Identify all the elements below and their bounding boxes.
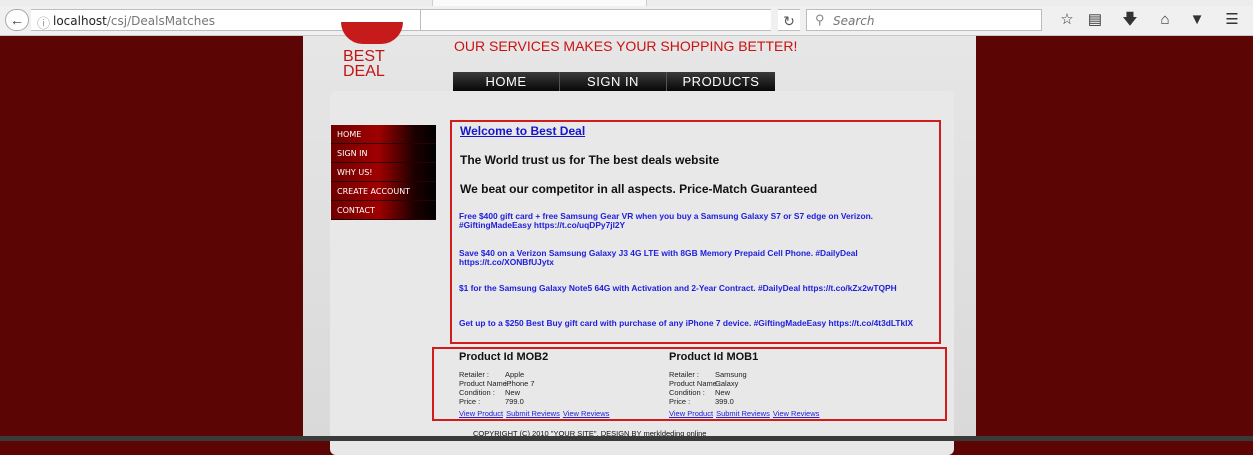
products-section: Product Id MOB2 Retailer : Apple Product …: [432, 347, 947, 421]
side-nav-create-account[interactable]: CREATE ACCOUNT: [331, 182, 436, 201]
reload-icon[interactable]: ↻: [778, 9, 800, 31]
side-nav-contact[interactable]: CONTACT: [331, 201, 436, 220]
retailer-label: Retailer :: [459, 370, 490, 379]
back-button[interactable]: ←: [5, 9, 29, 31]
deal-tweet-4[interactable]: Get up to a $250 Best Buy gift card with…: [459, 319, 941, 328]
product-links: View Product Submit Reviews View Reviews: [459, 409, 612, 418]
retailer-row: Retailer : Apple: [459, 370, 524, 379]
product-id: Product Id MOB1: [669, 351, 759, 363]
deal-tweet-1[interactable]: Free $400 gift card + free Samsung Gear …: [459, 212, 941, 230]
url-path: /csj/DealsMatches: [106, 14, 215, 28]
product-id: Product Id MOB2: [459, 351, 549, 363]
view-product-link[interactable]: View Product: [459, 409, 503, 418]
side-nav-home[interactable]: HOME: [331, 125, 436, 144]
browser-toolbar: ← ⓘ localhost/csj/DealsMatches ↻ ⚲ ☆ ▤ 🡇…: [0, 0, 1253, 36]
submit-reviews-link[interactable]: Submit Reviews: [506, 409, 560, 418]
price-value: 799.0: [505, 397, 524, 406]
logo-line-1: BEST: [343, 48, 385, 65]
address-bar-space[interactable]: [421, 9, 771, 31]
side-nav-sign-in[interactable]: SIGN IN: [331, 144, 436, 163]
page-container: BEST DEAL OUR SERVICES MAKES YOUR SHOPPI…: [303, 22, 976, 455]
view-product-link[interactable]: View Product: [669, 409, 713, 418]
deal-tweet-3[interactable]: $1 for the Samsung Galaxy Note5 64G with…: [459, 284, 941, 293]
side-nav: HOME SIGN IN WHY US! CREATE ACCOUNT CONT…: [331, 125, 436, 220]
retailer-row: Retailer : Samsung: [669, 370, 747, 379]
price-row: Price : 399.0: [669, 397, 734, 406]
url-host: localhost: [53, 14, 107, 28]
view-reviews-link[interactable]: View Reviews: [773, 409, 820, 418]
search-input[interactable]: [833, 13, 1033, 28]
reading-list-icon[interactable]: ▤: [1085, 10, 1105, 30]
url-text: localhost/csj/DealsMatches: [53, 14, 215, 28]
product-name-value: Galaxy: [715, 379, 739, 388]
logo-line-2: DEAL: [343, 63, 385, 80]
slogan: OUR SERVICES MAKES YOUR SHOPPING BETTER!: [454, 38, 798, 54]
retailer-label: Retailer :: [669, 370, 700, 379]
logo-circle: [341, 22, 403, 44]
home-icon[interactable]: ⌂: [1155, 10, 1175, 30]
product-name-label: Product Name :: [669, 379, 722, 388]
tab-strip: [0, 0, 1253, 6]
menu-icon[interactable]: ☰: [1222, 10, 1242, 30]
condition-row: Condition : New: [669, 388, 730, 397]
product-name-value: iPhone 7: [505, 379, 535, 388]
product-name-row: Product Name : Galaxy: [669, 379, 738, 388]
condition-row: Condition : New: [459, 388, 520, 397]
price-row: Price : 799.0: [459, 397, 524, 406]
condition-value: New: [505, 388, 521, 397]
top-nav-products[interactable]: PRODUCTS: [667, 72, 775, 92]
active-tab-edge[interactable]: [432, 0, 647, 6]
condition-label: Condition :: [459, 388, 495, 397]
download-icon[interactable]: 🡇: [1120, 10, 1140, 30]
condition-value: New: [715, 388, 731, 397]
top-nav: HOME SIGN IN PRODUCTS: [453, 72, 775, 92]
price-label: Price :: [669, 397, 691, 406]
top-nav-home[interactable]: HOME: [453, 72, 560, 92]
top-nav-sign-in[interactable]: SIGN IN: [560, 72, 667, 92]
info-icon[interactable]: ⓘ: [37, 13, 50, 32]
bottom-bar: [0, 436, 1253, 441]
product-name-row: Product Name : iPhone 7: [459, 379, 535, 388]
trust-heading: The World trust us for The best deals we…: [460, 153, 720, 167]
logo[interactable]: BEST DEAL: [343, 48, 403, 80]
condition-label: Condition :: [669, 388, 705, 397]
retailer-value: Samsung: [715, 370, 747, 379]
welcome-section: Welcome to Best Deal The World trust us …: [450, 120, 941, 344]
side-nav-why-us[interactable]: WHY US!: [331, 163, 436, 182]
product-links: View Product Submit Reviews View Reviews: [669, 409, 822, 418]
deal-tweet-2[interactable]: Save $40 on a Verizon Samsung Galaxy J3 …: [459, 249, 941, 267]
pocket-icon[interactable]: ▼: [1187, 10, 1207, 30]
product-name-label: Product Name :: [459, 379, 512, 388]
price-match-heading: We beat our competitor in all aspects. P…: [460, 182, 818, 196]
price-label: Price :: [459, 397, 481, 406]
retailer-value: Apple: [505, 370, 525, 379]
submit-reviews-link[interactable]: Submit Reviews: [716, 409, 770, 418]
view-reviews-link[interactable]: View Reviews: [563, 409, 610, 418]
star-icon[interactable]: ☆: [1057, 10, 1077, 30]
price-value: 399.0: [715, 397, 734, 406]
welcome-link[interactable]: Welcome to Best Deal: [460, 124, 585, 138]
back-arrow-icon: ←: [10, 12, 24, 28]
search-icon: ⚲: [815, 12, 825, 27]
search-box[interactable]: ⚲: [806, 9, 1042, 31]
